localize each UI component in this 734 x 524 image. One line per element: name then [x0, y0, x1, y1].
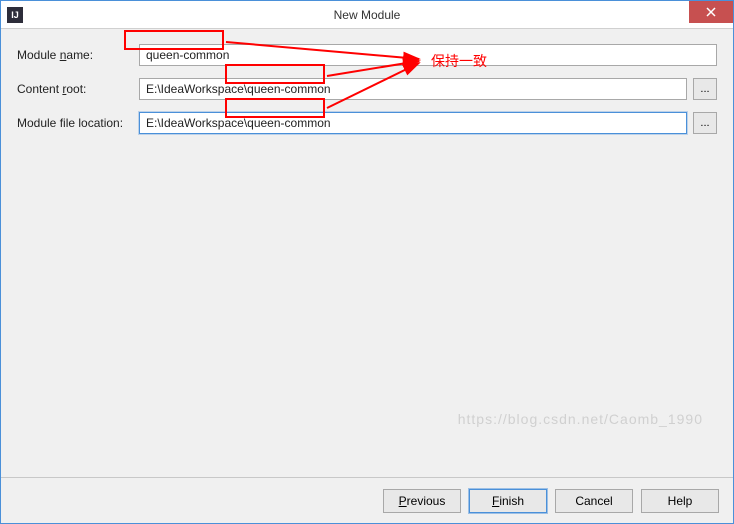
module-name-row: Module name:: [17, 43, 717, 67]
new-module-dialog: IJ New Module Module name: Content root:…: [0, 0, 734, 524]
module-file-location-browse-button[interactable]: ...: [693, 112, 717, 134]
module-file-location-label: Module file location:: [17, 116, 139, 130]
dialog-content: Module name: Content root: ... Module fi…: [1, 29, 733, 477]
watermark: https://blog.csdn.net/Caomb_1990: [458, 411, 703, 427]
module-name-label: Module name:: [17, 48, 139, 62]
help-button[interactable]: Help: [641, 489, 719, 513]
module-name-input[interactable]: [139, 44, 717, 66]
window-title: New Module: [1, 8, 733, 22]
previous-button[interactable]: Previous: [383, 489, 461, 513]
button-bar: Previous Finish Cancel Help: [1, 477, 733, 523]
content-root-input[interactable]: [139, 78, 687, 100]
titlebar: IJ New Module: [1, 1, 733, 29]
content-root-row: Content root: ...: [17, 77, 717, 101]
finish-button[interactable]: Finish: [469, 489, 547, 513]
content-root-browse-button[interactable]: ...: [693, 78, 717, 100]
module-file-location-input[interactable]: [139, 112, 687, 134]
module-file-location-row: Module file location: ...: [17, 111, 717, 135]
cancel-button[interactable]: Cancel: [555, 489, 633, 513]
app-icon: IJ: [7, 7, 23, 23]
content-root-label: Content root:: [17, 82, 139, 96]
close-icon: [706, 7, 716, 17]
close-button[interactable]: [689, 1, 733, 23]
